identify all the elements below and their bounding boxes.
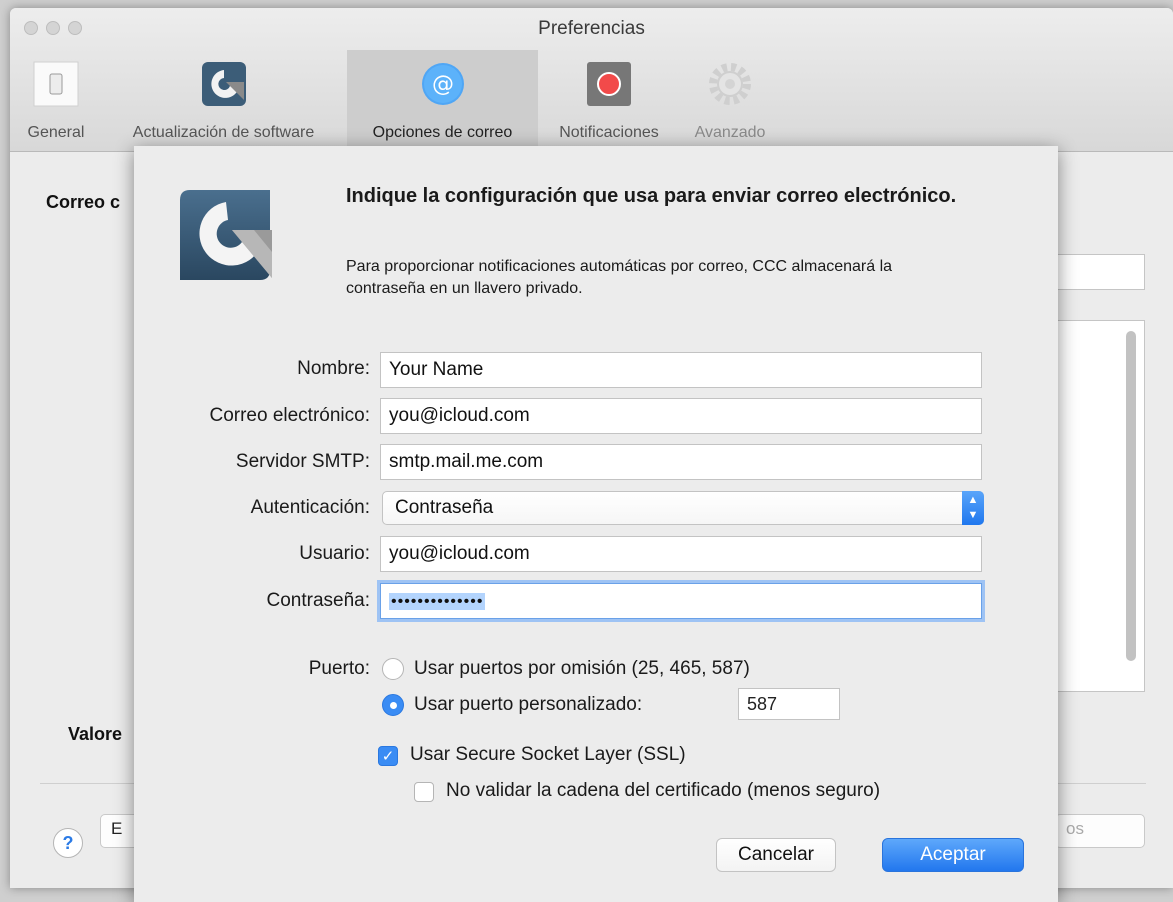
radio-default-ports[interactable] [382,658,404,680]
accept-button[interactable]: Aceptar [882,838,1024,872]
toolbar-label-mail-options: Opciones de correo [372,124,513,141]
bg-scrollbar[interactable] [1126,331,1136,661]
bg-section-title-mail: Correo c [46,192,121,212]
default-ports-label: Usar puertos por omisión (25, 465, 587) [414,658,750,679]
bg-section-title-values: Valore [68,724,123,744]
port-label: Puerto: [308,658,370,679]
chevron-updown-icon: ▲ ▼ [962,491,984,525]
password-label: Contraseña: [266,590,370,611]
name-field[interactable]: Your Name [380,352,982,388]
ssl-label: Usar Secure Socket Layer (SSL) [410,744,686,765]
toolbar-label-notifications: Notificaciones [559,124,659,141]
password-selected-text: •••••••••••••• [389,593,486,610]
user-field[interactable]: you@icloud.com [380,536,982,572]
custom-port-field[interactable]: 587 [738,688,840,720]
toolbar-label-advanced: Avanzado [694,124,766,141]
at-icon: @ [421,63,464,105]
toolbar-item-notifications[interactable]: Notificaciones [540,50,678,152]
user-label: Usuario: [299,543,370,564]
bg-list-area[interactable] [1055,320,1145,692]
toolbar-label-general: General [27,124,85,141]
custom-port-label: Usar puerto personalizado: [414,694,643,715]
cancel-button[interactable]: Cancelar [716,838,836,872]
window-title: Preferencias [538,18,645,39]
auth-select-value: Contraseña [395,497,494,518]
bg-button-right[interactable]: os [1055,814,1145,848]
no-validate-label: No validar la cadena del certificado (me… [446,780,881,801]
toolbar-item-general[interactable]: General [10,50,102,152]
no-validate-checkbox[interactable] [414,782,434,802]
radio-custom-port[interactable] [382,694,404,716]
sheet-subtext: Para proporcionar notificaciones automát… [346,258,893,297]
switch-icon [33,61,79,107]
toolbar-label-software-update: Actualización de software [132,124,315,141]
ssl-checkbox[interactable]: ✓ [378,746,398,766]
name-label: Nombre: [297,358,370,379]
help-button[interactable]: ? [53,828,83,858]
email-label: Correo electrónico: [209,405,370,426]
bg-text-field[interactable] [1055,254,1145,290]
auth-select[interactable]: Contraseña ▲ ▼ [382,491,984,525]
gear-icon [709,63,751,105]
smtp-label: Servidor SMTP: [235,451,370,472]
toolbar-item-advanced[interactable]: Avanzado [678,50,782,152]
title-bar: Preferencias General Actualización de so… [10,8,1173,152]
record-icon [587,62,631,106]
toolbar-item-mail-options[interactable]: @ Opciones de correo [347,50,538,152]
svg-text:@: @ [432,72,454,97]
mail-settings-sheet: Indique la configuración que usa para en… [134,146,1058,902]
toolbar-item-software-update[interactable]: Actualización de software [102,50,345,152]
sheet-heading: Indique la configuración que usa para en… [346,185,957,207]
password-field[interactable]: •••••••••••••• [380,583,982,619]
auth-label: Autenticación: [250,497,370,518]
ccc-logo-icon [180,190,272,280]
ccc-update-icon [201,62,246,106]
email-field[interactable]: you@icloud.com [380,398,982,434]
smtp-field[interactable]: smtp.mail.me.com [380,444,982,480]
